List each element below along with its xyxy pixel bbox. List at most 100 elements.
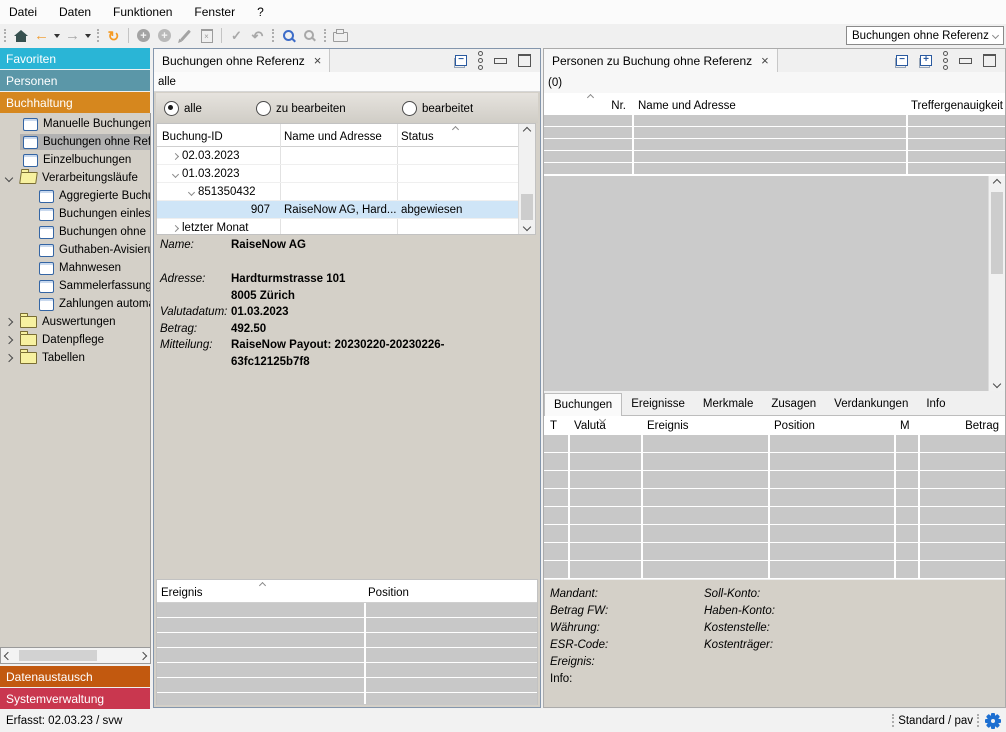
minimize-icon[interactable] [494, 58, 507, 64]
column-header-treffergenauigkeit[interactable]: Treffergenauigkeit [908, 100, 1003, 112]
print-button[interactable] [330, 26, 351, 46]
chevron-right-icon[interactable] [172, 224, 179, 231]
sidebar-horizontal-scrollbar[interactable] [0, 647, 151, 664]
sidebar-section-datenaustausch[interactable]: Datenaustausch [0, 666, 150, 687]
sidebar-item-buchungen-ohne-referenz[interactable]: Buchungen ohne Refe [0, 133, 150, 151]
maximize-icon[interactable] [518, 54, 531, 67]
table-row-group[interactable]: letzter Monat [157, 219, 518, 236]
close-icon[interactable]: × [314, 54, 322, 67]
close-icon[interactable]: × [761, 54, 769, 67]
scroll-up-icon[interactable] [519, 124, 535, 138]
scroll-right-icon[interactable] [136, 648, 150, 663]
tab-zusagen[interactable]: Zusagen [762, 393, 825, 416]
back-history-dropdown[interactable] [52, 26, 62, 46]
confirm-button[interactable]: ✓ [226, 26, 247, 46]
sidebar-item-auswertungen[interactable]: Auswertungen [0, 313, 150, 331]
column-header-nr[interactable]: Nr. [544, 100, 626, 112]
bookings-table-scrollbar[interactable] [518, 124, 535, 234]
forward-history-dropdown[interactable] [83, 26, 93, 46]
column-header-position[interactable]: Position [774, 420, 815, 432]
column-header-ereignis[interactable]: Ereignis [647, 420, 689, 432]
collapse-all-icon[interactable]: − [895, 55, 908, 67]
chevron-right-icon[interactable] [5, 318, 13, 326]
column-header-name-adresse[interactable]: Name und Adresse [638, 100, 736, 112]
sidebar-item-guthaben-avisierung[interactable]: Guthaben-Avisieru [0, 241, 150, 259]
add-secondary-button[interactable]: + [154, 26, 175, 46]
tab-buchungen-ohne-referenz[interactable]: Buchungen ohne Referenz × [154, 49, 330, 72]
column-header-status[interactable]: Status [401, 131, 434, 143]
radio-bearbeitet[interactable]: bearbeitet [402, 101, 473, 116]
sidebar-item-tabellen[interactable]: Tabellen [0, 349, 150, 367]
edit-button[interactable] [175, 26, 196, 46]
chevron-right-icon[interactable] [5, 354, 13, 362]
sidebar-section-systemverwaltung[interactable]: Systemverwaltung [0, 688, 150, 709]
table-row-group[interactable]: 02.03.2023 [157, 147, 518, 164]
table-row-group[interactable]: 01.03.2023 [157, 165, 518, 182]
column-header-betrag[interactable]: Betrag [918, 420, 999, 432]
gear-icon[interactable] [985, 713, 1000, 728]
more-options-icon[interactable] [478, 51, 483, 70]
scroll-down-icon[interactable] [989, 377, 1005, 391]
scroll-up-icon[interactable] [989, 176, 1005, 190]
content-scrollbar[interactable] [988, 176, 1005, 391]
sidebar-section-personen[interactable]: Personen [0, 70, 150, 91]
menu-hilfe[interactable]: ? [246, 0, 275, 24]
expand-all-icon[interactable]: + [919, 55, 932, 67]
menu-daten[interactable]: Daten [48, 0, 102, 24]
refresh-button[interactable]: ↻ [103, 26, 124, 46]
maximize-icon[interactable] [983, 54, 996, 67]
add-button[interactable]: + [133, 26, 154, 46]
sidebar-item-mahnwesen[interactable]: Mahnwesen [0, 259, 150, 277]
minimize-icon[interactable] [959, 58, 972, 64]
chevron-right-icon[interactable] [5, 336, 13, 344]
sidebar-item-zahlungen-automatisch[interactable]: Zahlungen automat [0, 295, 150, 313]
menu-datei[interactable]: Datei [0, 0, 48, 24]
sidebar-item-manuelle-buchungen[interactable]: Manuelle Buchungen [0, 115, 150, 133]
search-button[interactable] [278, 26, 299, 46]
sidebar-item-buchungen-ohne-r[interactable]: Buchungen ohne R [0, 223, 150, 241]
undo-button[interactable]: ↶ [247, 26, 268, 46]
more-options-icon[interactable] [943, 51, 948, 70]
column-header-name-adresse[interactable]: Name und Adresse [284, 131, 382, 143]
sidebar-item-sammelerfassung[interactable]: Sammelerfassung S [0, 277, 150, 295]
tab-ereignisse[interactable]: Ereignisse [622, 393, 694, 416]
table-row-selected[interactable]: 907 RaiseNow AG, Hard... abgewiesen [157, 201, 518, 218]
sidebar-item-verarbeitungslaeufe[interactable]: Verarbeitungsläufe [0, 169, 150, 187]
view-selector-dropdown[interactable]: Buchungen ohne Referenz [846, 26, 1004, 45]
column-header-t[interactable]: T [550, 420, 557, 432]
scroll-left-icon[interactable] [1, 648, 15, 663]
column-header-ereignis[interactable]: Ereignis [161, 587, 203, 599]
column-header-buchung-id[interactable]: Buchung-ID [162, 131, 223, 143]
chevron-right-icon[interactable] [172, 152, 179, 159]
collapse-all-icon[interactable]: − [454, 55, 467, 67]
scrollbar-thumb[interactable] [521, 194, 533, 220]
menu-funktionen[interactable]: Funktionen [102, 0, 183, 24]
tab-verdankungen[interactable]: Verdankungen [825, 393, 917, 416]
delete-button[interactable]: × [196, 26, 217, 46]
radio-zu-bearbeiten[interactable]: zu bearbeiten [256, 101, 346, 116]
sidebar-item-buchungen-einlesen[interactable]: Buchungen einlese [0, 205, 150, 223]
scrollbar-thumb[interactable] [19, 650, 97, 661]
sidebar-item-einzelbuchungen[interactable]: Einzelbuchungen [0, 151, 150, 169]
sidebar-item-aggregierte-buchungen[interactable]: Aggregierte Buchun [0, 187, 150, 205]
search-secondary-button[interactable] [299, 26, 320, 46]
back-button[interactable]: ← [31, 26, 52, 46]
table-row-group[interactable]: 851350432 [157, 183, 518, 200]
sidebar-section-favoriten[interactable]: Favoriten [0, 48, 150, 69]
sidebar-item-datenpflege[interactable]: Datenpflege [0, 331, 150, 349]
sidebar-section-buchhaltung[interactable]: Buchhaltung [0, 92, 150, 113]
chevron-down-icon[interactable] [172, 170, 179, 177]
tab-buchungen[interactable]: Buchungen [544, 393, 622, 416]
menu-fenster[interactable]: Fenster [183, 0, 246, 24]
tab-merkmale[interactable]: Merkmale [694, 393, 762, 416]
forward-button[interactable]: → [62, 26, 83, 46]
column-header-m[interactable]: M [900, 420, 910, 432]
scrollbar-thumb[interactable] [991, 192, 1003, 274]
tab-info[interactable]: Info [917, 393, 954, 416]
home-button[interactable] [10, 26, 31, 46]
column-header-position[interactable]: Position [368, 587, 409, 599]
scroll-down-icon[interactable] [519, 220, 535, 234]
radio-alle[interactable]: alle [164, 101, 202, 116]
chevron-down-icon[interactable] [188, 188, 195, 195]
chevron-down-icon[interactable] [5, 174, 13, 182]
